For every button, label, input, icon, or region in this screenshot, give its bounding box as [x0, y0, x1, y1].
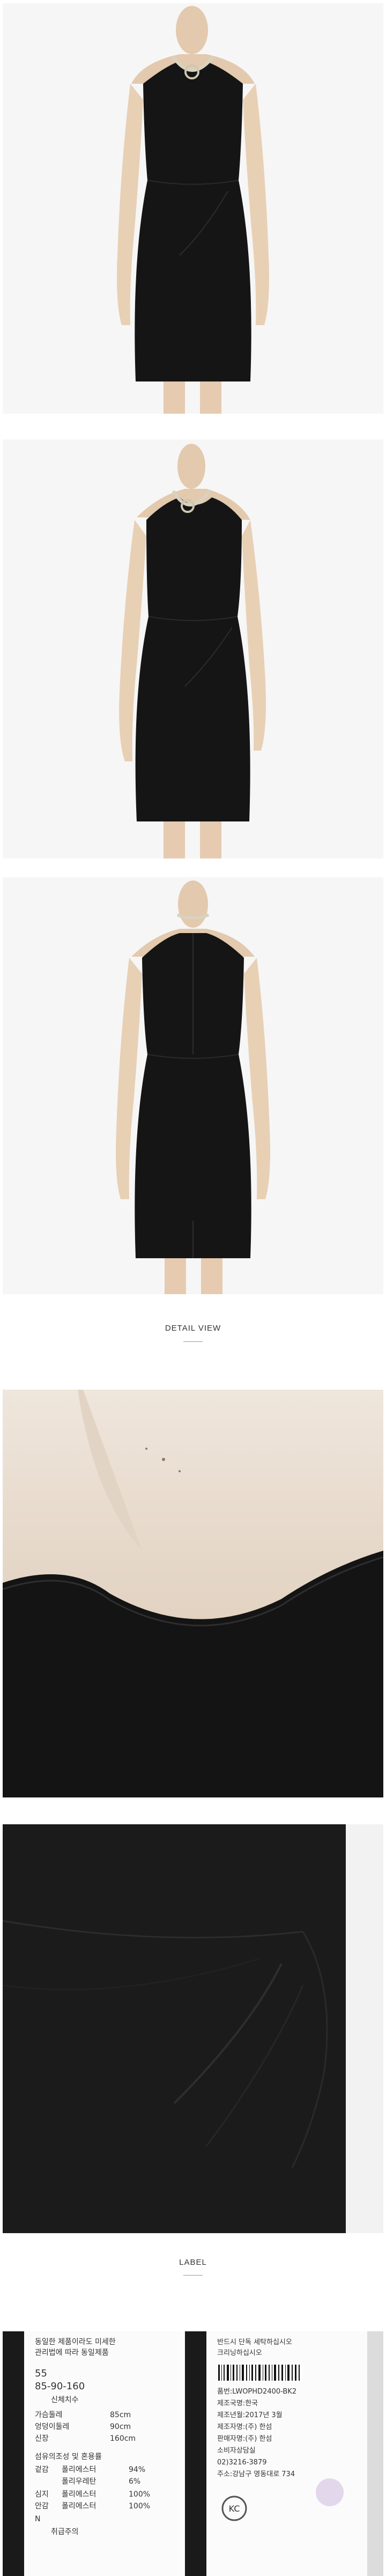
- label-size: 55: [35, 2368, 47, 2379]
- label-footer-text: 취급주의: [51, 2528, 79, 2536]
- section-title-label: LABEL: [179, 2258, 207, 2267]
- care-label-right: 반드시 단독 세탁하십시오 크리닝하십시오 품번:LWOPHD2400-BK2 …: [206, 2331, 367, 2576]
- label-trim-pct: 100%: [129, 2490, 150, 2499]
- label-consumer: 소비자상담실: [217, 2447, 256, 2455]
- section-divider: [183, 2275, 203, 2276]
- product-photo-back: [3, 877, 383, 1294]
- label-header-line2: 관리법에 따라 동일제품: [35, 2349, 109, 2357]
- label-lining-pct: 100%: [129, 2502, 150, 2511]
- label-outer: 겉감: [35, 2465, 49, 2474]
- label-fiber-caption: 섬유의조성 및 혼용률: [35, 2453, 102, 2461]
- label-height-label: 신장: [35, 2434, 49, 2443]
- product-photo-side: [3, 439, 383, 858]
- label-seller: 판매자명:(주) 한섬: [217, 2435, 272, 2443]
- label-outer-pct2: 6%: [129, 2477, 140, 2486]
- label-lining-fiber: 폴리에스터: [62, 2502, 96, 2511]
- care-label-left: 동일한 제품이라도 미세한 관리법에 따라 동일제품 55 85-90-160 …: [24, 2331, 185, 2576]
- label-outer-fiber1: 폴리에스터: [62, 2465, 96, 2474]
- label-lining: 안감: [35, 2502, 49, 2511]
- seal-stamp-icon: [316, 2478, 344, 2506]
- label-trim: 심지: [35, 2490, 49, 2499]
- label-outer-fiber2: 폴리우레탄: [62, 2477, 96, 2486]
- detail-photo-neckline: [3, 1390, 383, 1797]
- label-date: 제조년월:2017년 3월: [217, 2411, 283, 2419]
- label-header-line1: 동일한 제품이라도 미세한: [35, 2338, 116, 2346]
- barcode-icon: [217, 2364, 303, 2382]
- label-hip-label: 엉덩이둘레: [35, 2423, 69, 2431]
- section-divider: [183, 1341, 203, 1342]
- section-title-detail-view: DETAIL VIEW: [165, 1324, 221, 1333]
- label-r-header-line2: 크리닝하십시오: [217, 2349, 262, 2357]
- label-hip-value: 90cm: [110, 2423, 131, 2431]
- label-bust-label: 가슴둘레: [35, 2411, 63, 2419]
- label-origin: 제조국명:한국: [217, 2399, 258, 2408]
- label-footer-n: N: [35, 2515, 40, 2523]
- label-phone: 02)3216-3879: [217, 2458, 266, 2467]
- care-label-photo: 동일한 제품이라도 미세한 관리법에 따라 동일제품 55 85-90-160 …: [3, 2331, 383, 2576]
- detail-photo-waist-drape: [3, 1824, 383, 2233]
- label-maker: 제조자명:(주) 한섬: [217, 2423, 272, 2431]
- label-height-value: 160cm: [110, 2434, 136, 2443]
- product-photo-front: [3, 3, 383, 414]
- label-size-caption: 신체치수: [51, 2396, 79, 2404]
- label-trim-fiber: 폴리에스터: [62, 2490, 96, 2499]
- label-bust-value: 85cm: [110, 2411, 131, 2419]
- label-outer-pct1: 94%: [129, 2465, 145, 2474]
- label-address: 주소:강남구 영동대로 734: [217, 2470, 295, 2478]
- label-product-no: 품번:LWOPHD2400-BK2: [217, 2388, 296, 2396]
- label-size-range: 85-90-160: [35, 2381, 85, 2392]
- label-r-header-line1: 반드시 단독 세탁하십시오: [217, 2338, 292, 2346]
- label-kc-mark: KC: [229, 2504, 240, 2514]
